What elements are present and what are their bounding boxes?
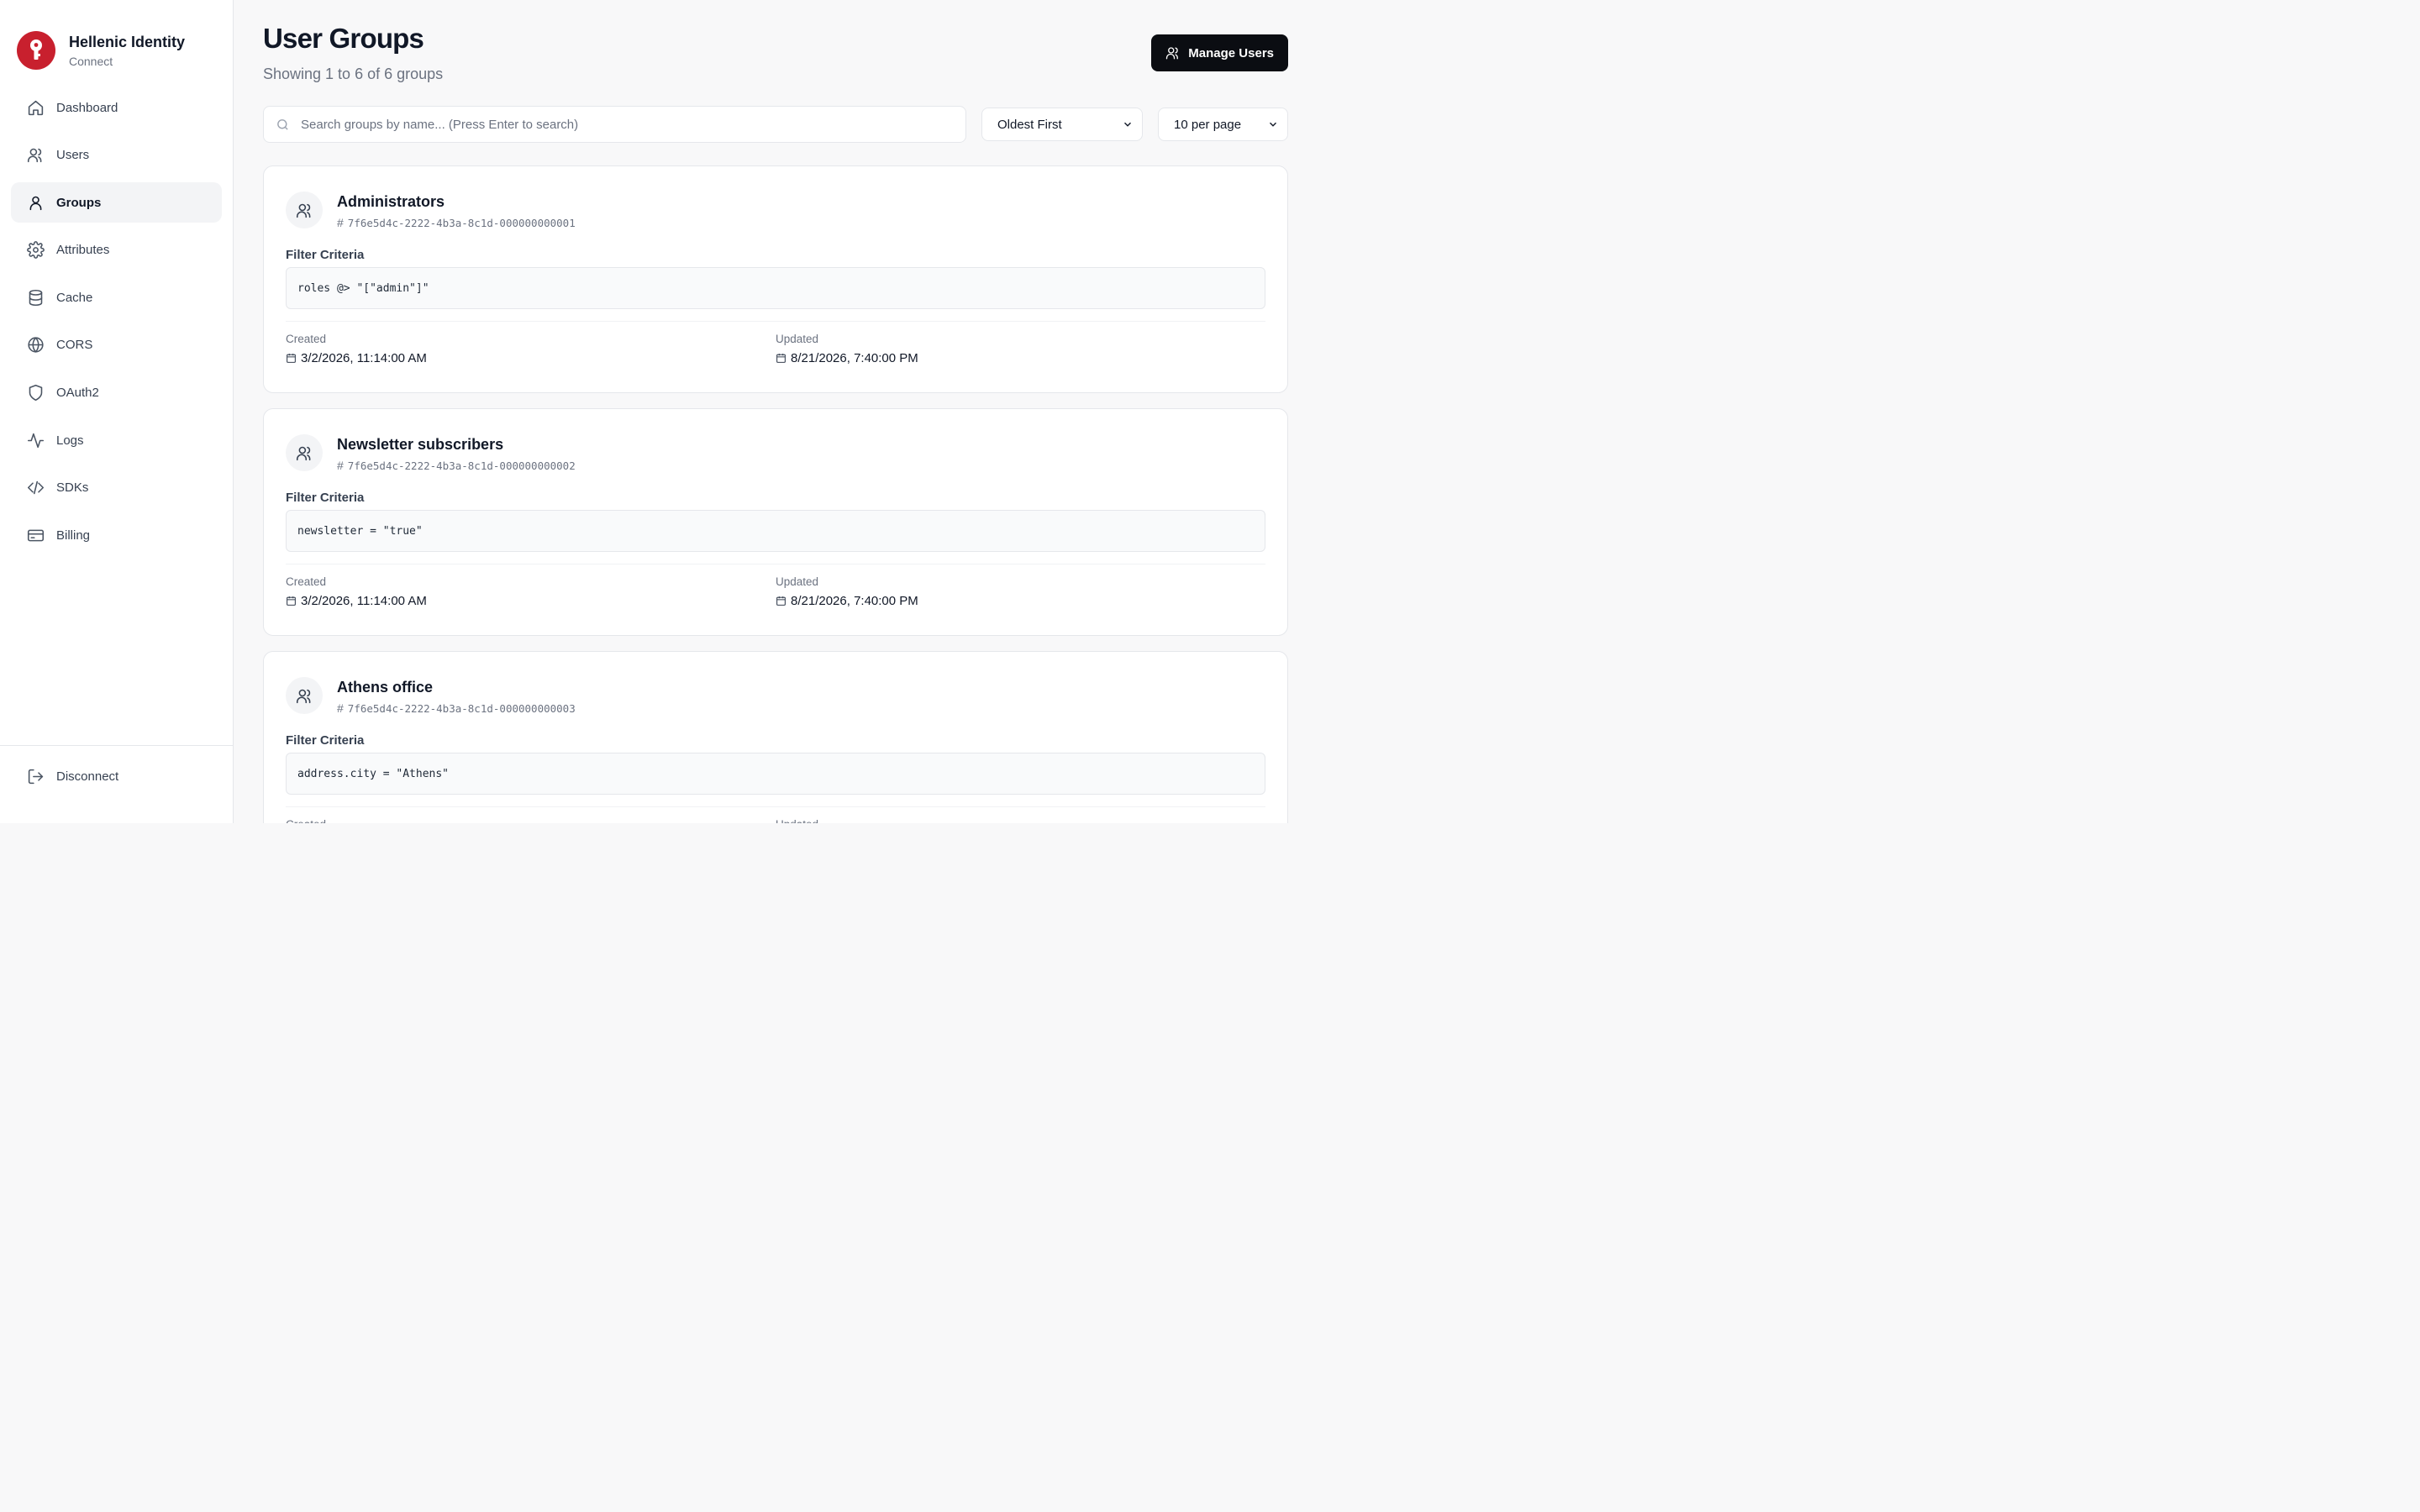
group-card[interactable]: Newsletter subscribers #7f6e5d4c-2222-4b… [263, 408, 1288, 636]
created-value: 3/2/2026, 11:14:00 AM [301, 594, 427, 608]
page-size-select[interactable]: 10 per page [1158, 108, 1288, 141]
group-id-value: 7f6e5d4c-2222-4b3a-8c1d-000000000001 [347, 216, 576, 229]
sidebar-item-label: CORS [56, 338, 93, 353]
calendar-icon [287, 596, 296, 606]
created-label: Created [286, 818, 776, 823]
log-out-icon [26, 767, 45, 785]
disconnect-button[interactable]: Disconnect [11, 756, 222, 796]
activity-icon [26, 431, 45, 449]
manage-users-button[interactable]: Manage Users [1151, 34, 1288, 71]
hash-icon: # [337, 459, 344, 472]
chevron-down-icon [1124, 122, 1131, 127]
group-id: #7f6e5d4c-2222-4b3a-8c1d-000000000003 [337, 701, 576, 715]
sidebar-item-label: Billing [56, 528, 91, 543]
filter-criteria-label: Filter Criteria [286, 733, 365, 748]
sidebar-item-label: Users [56, 148, 90, 163]
group-icon [286, 192, 323, 228]
filter-criteria-value: newsletter = "true" [286, 510, 1265, 552]
brand-subtitle: Connect [69, 55, 113, 68]
group-icon [286, 677, 323, 714]
sidebar-item-label: Logs [56, 433, 84, 448]
updated-label: Updated [776, 575, 819, 588]
manage-users-label: Manage Users [1188, 45, 1274, 60]
group-name: Athens office [337, 679, 434, 696]
group-meta: Created 3/2/2026, 11:14:00 AM Updated 8/… [286, 321, 1265, 365]
toolbar: Oldest First 10 per page [263, 106, 1288, 143]
group-id-value: 7f6e5d4c-2222-4b3a-8c1d-000000000003 [347, 701, 576, 715]
credit-card-icon [26, 526, 45, 544]
sidebar-item-label: OAuth2 [56, 386, 99, 401]
search-icon [277, 118, 288, 130]
sidebar-item-dashboard[interactable]: Dashboard [11, 87, 222, 128]
shield-icon [26, 384, 45, 402]
page-header: User Groups Showing 1 to 6 of 6 groups M… [263, 22, 1288, 83]
search-box [263, 106, 966, 143]
sidebar-footer: Disconnect [0, 745, 233, 823]
group-id-value: 7f6e5d4c-2222-4b3a-8c1d-000000000002 [347, 459, 576, 472]
updated-label: Updated [776, 818, 1265, 823]
sidebar-item-attributes[interactable]: Attributes [11, 230, 222, 270]
created-label: Created [286, 333, 327, 345]
key-logo-icon [17, 31, 55, 70]
group-card[interactable]: Athens office #7f6e5d4c-2222-4b3a-8c1d-0… [263, 651, 1288, 823]
hash-icon: # [337, 701, 344, 715]
user-icon [26, 193, 45, 212]
users-icon [1166, 47, 1179, 60]
chevron-down-icon [1270, 122, 1276, 127]
sidebar-item-users[interactable]: Users [11, 135, 222, 176]
created-label: Created [286, 575, 327, 588]
updated-value: 8/21/2026, 7:40:00 PM [791, 594, 918, 608]
brand: Hellenic Identity Connect [0, 0, 233, 81]
sidebar-item-label: SDKs [56, 480, 89, 496]
group-card[interactable]: Administrators #7f6e5d4c-2222-4b3a-8c1d-… [263, 165, 1288, 393]
page-subtitle: Showing 1 to 6 of 6 groups [263, 66, 444, 82]
sidebar-item-billing[interactable]: Billing [11, 515, 222, 555]
main-content: User Groups Showing 1 to 6 of 6 groups M… [234, 0, 1318, 823]
sidebar-item-groups[interactable]: Groups [11, 182, 222, 223]
updated-value: 8/21/2026, 7:40:00 PM [791, 351, 918, 365]
users-icon [26, 146, 45, 165]
filter-criteria-label: Filter Criteria [286, 248, 365, 262]
sidebar-item-label: Groups [56, 195, 102, 210]
sidebar-item-cors[interactable]: CORS [11, 325, 222, 365]
group-meta: Created 3/2/2026, 11:14:00 AM Updated 8/… [286, 564, 1265, 608]
group-id: #7f6e5d4c-2222-4b3a-8c1d-000000000001 [337, 216, 576, 229]
sidebar-item-cache[interactable]: Cache [11, 277, 222, 318]
page-size-select-value: 10 per page [1174, 117, 1242, 132]
sidebar-item-label: Cache [56, 290, 93, 305]
home-icon [26, 98, 45, 117]
sidebar-item-label: Attributes [56, 243, 110, 258]
group-name: Newsletter subscribers [337, 436, 504, 453]
sidebar-item-oauth2[interactable]: OAuth2 [11, 373, 222, 413]
created-value: 3/2/2026, 11:14:00 AM [301, 351, 427, 365]
group-icon [286, 434, 323, 471]
gear-icon [26, 241, 45, 260]
hash-icon: # [337, 216, 344, 229]
sort-select-value: Oldest First [997, 117, 1062, 132]
updated-label: Updated [776, 333, 819, 345]
filter-criteria-value: roles @> "["admin"]" [286, 267, 1265, 309]
filter-criteria-label: Filter Criteria [286, 491, 365, 505]
code-icon [26, 479, 45, 497]
sidebar: Hellenic Identity Connect Dashboard User… [0, 0, 234, 823]
sidebar-item-sdks[interactable]: SDKs [11, 468, 222, 508]
globe-icon [26, 336, 45, 354]
database-icon [26, 288, 45, 307]
search-input[interactable] [301, 117, 954, 132]
disconnect-label: Disconnect [56, 769, 119, 784]
calendar-icon [287, 354, 296, 363]
sidebar-nav: Dashboard Users Groups Attributes Cache … [0, 81, 233, 555]
sidebar-item-label: Dashboard [56, 100, 118, 115]
sidebar-item-logs[interactable]: Logs [11, 420, 222, 460]
calendar-icon [776, 596, 786, 606]
brand-name: Hellenic Identity [69, 34, 186, 50]
group-name: Administrators [337, 193, 445, 210]
calendar-icon [776, 354, 786, 363]
group-meta: Created Updated [286, 806, 1265, 823]
filter-criteria-value: address.city = "Athens" [286, 753, 1265, 795]
group-id: #7f6e5d4c-2222-4b3a-8c1d-000000000002 [337, 459, 576, 472]
sort-select[interactable]: Oldest First [981, 108, 1143, 141]
page-title: User Groups [263, 23, 424, 54]
